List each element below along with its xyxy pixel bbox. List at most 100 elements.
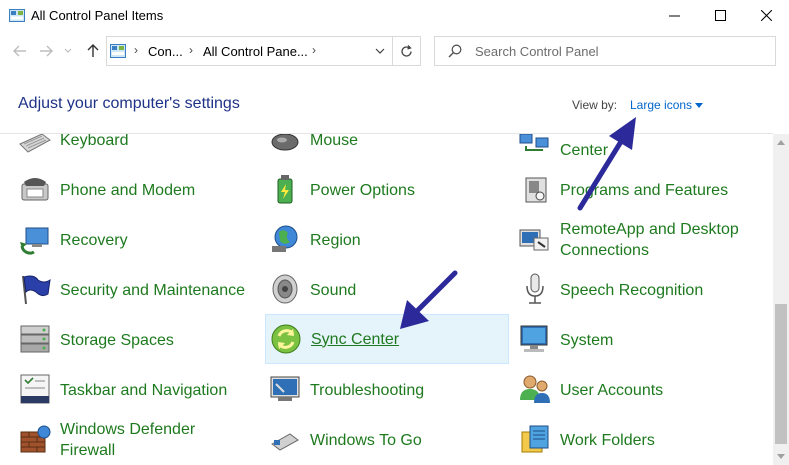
- refresh-button[interactable]: [393, 36, 421, 66]
- close-button[interactable]: [743, 0, 789, 30]
- item-label: Speech Recognition: [560, 281, 704, 299]
- item-sound[interactable]: Sound: [265, 266, 507, 314]
- mouse-icon: [271, 134, 299, 151]
- scroll-down-arrow-icon[interactable]: [777, 454, 785, 459]
- item-label: Sound: [310, 281, 357, 299]
- item-network-center[interactable]: Center: [515, 134, 757, 164]
- power-options-icon: [277, 175, 293, 204]
- scroll-up-arrow-icon[interactable]: [777, 140, 785, 145]
- item-label: Security and Maintenance: [60, 281, 245, 299]
- breadcrumb-separator[interactable]: ›: [312, 43, 316, 57]
- item-label: RemoteApp and Desktop: [560, 221, 739, 238]
- up-button[interactable]: [84, 42, 102, 60]
- address-dropdown-button[interactable]: [367, 37, 393, 65]
- item-recovery[interactable]: Recovery: [15, 216, 257, 264]
- maximize-button[interactable]: [697, 0, 743, 30]
- address-bar[interactable]: › Con... › All Control Pane... ›: [106, 36, 393, 66]
- item-label: Phone and Modem: [60, 181, 196, 199]
- item-label: Windows To Go: [310, 431, 422, 449]
- item-region[interactable]: Region: [265, 216, 507, 264]
- item-taskbar-and-navigation[interactable]: Taskbar and Navigation: [15, 366, 257, 414]
- item-programs-and-features[interactable]: Programs and Features: [515, 166, 757, 214]
- firewall-icon: [20, 425, 51, 453]
- scroll-thumb[interactable]: [775, 304, 787, 444]
- view-by-dropdown[interactable]: Large icons: [630, 98, 692, 112]
- breadcrumb-separator[interactable]: ›: [189, 43, 193, 57]
- remoteapp-icon: [519, 229, 549, 251]
- item-speech-recognition[interactable]: Speech Recognition: [515, 266, 757, 314]
- search-icon: [448, 44, 462, 58]
- item-security-and-maintenance[interactable]: Security and Maintenance: [15, 266, 257, 314]
- control-panel-icon: [110, 44, 126, 58]
- region-globe-icon: [272, 225, 298, 252]
- caret-down-icon[interactable]: [695, 103, 703, 108]
- item-label: User Accounts: [560, 381, 664, 399]
- close-icon: [760, 9, 772, 21]
- control-panel-items: Keyboard Mouse Center Phone and Modem Po…: [0, 134, 773, 465]
- item-sync-center[interactable]: Sync Center: [265, 314, 509, 364]
- item-remoteapp-and-desktop-connections[interactable]: RemoteApp and Desktop Connections: [515, 216, 757, 264]
- item-work-folders[interactable]: Work Folders: [515, 416, 757, 464]
- item-power-options[interactable]: Power Options: [265, 166, 507, 214]
- item-label: Programs and Features: [560, 181, 729, 199]
- item-label: Keyboard: [60, 134, 129, 149]
- programs-features-icon: [525, 177, 547, 203]
- troubleshooting-icon: [270, 376, 300, 401]
- item-label: Center: [560, 142, 609, 159]
- item-mouse[interactable]: Mouse: [265, 134, 507, 164]
- item-label: Work Folders: [560, 431, 655, 449]
- item-storage-spaces[interactable]: Storage Spaces: [15, 316, 257, 364]
- taskbar-icon: [20, 374, 50, 404]
- maximize-icon: [714, 9, 726, 21]
- microphone-icon: [526, 273, 544, 304]
- window-title: All Control Panel Items: [31, 8, 164, 23]
- chevron-down-icon: [375, 48, 385, 54]
- search-placeholder: Search Control Panel: [475, 44, 599, 59]
- chevron-down-icon: [64, 48, 72, 53]
- item-label: Region: [310, 231, 361, 249]
- item-label: Power Options: [310, 181, 415, 199]
- item-keyboard[interactable]: Keyboard: [15, 134, 257, 164]
- item-label: Windows Defender: [60, 421, 196, 438]
- minimize-button[interactable]: [651, 0, 697, 30]
- arrow-right-icon: [40, 45, 53, 57]
- phone-modem-icon: [21, 178, 49, 201]
- item-label: Recovery: [60, 231, 128, 249]
- breadcrumb-control-panel[interactable]: Con...: [148, 44, 183, 59]
- view-by-label: View by:: [572, 98, 618, 112]
- breadcrumb-separator[interactable]: ›: [134, 43, 138, 57]
- system-monitor-icon: [520, 325, 548, 352]
- item-system[interactable]: System: [515, 316, 757, 364]
- arrow-up-icon: [87, 44, 99, 57]
- speaker-icon: [272, 274, 298, 304]
- navigation-bar: › Con... › All Control Pane... › Search …: [0, 32, 789, 72]
- recent-locations-button[interactable]: [63, 42, 73, 60]
- recovery-icon: [20, 227, 49, 255]
- breadcrumb-all-items[interactable]: All Control Pane...: [203, 44, 308, 59]
- storage-drives-icon: [20, 325, 50, 353]
- item-troubleshooting[interactable]: Troubleshooting: [265, 366, 507, 414]
- page-title: Adjust your computer's settings: [18, 95, 240, 112]
- item-label: Troubleshooting: [310, 381, 425, 399]
- back-button[interactable]: [11, 42, 29, 60]
- vertical-scrollbar[interactable]: [773, 134, 789, 465]
- sync-icon: [271, 324, 301, 354]
- item-windows-defender-firewall[interactable]: Windows Defender Firewall: [15, 416, 257, 464]
- network-center-icon: [519, 134, 549, 151]
- search-input[interactable]: Search Control Panel: [434, 36, 776, 66]
- usb-drive-icon: [271, 433, 299, 451]
- refresh-icon: [401, 44, 412, 57]
- item-user-accounts[interactable]: User Accounts: [515, 366, 757, 414]
- item-label: Taskbar and Navigation: [60, 381, 228, 399]
- security-flag-icon: [22, 275, 51, 305]
- work-folders-icon: [521, 425, 549, 453]
- keyboard-icon: [19, 134, 51, 153]
- item-label: Mouse: [310, 134, 359, 149]
- item-windows-to-go[interactable]: Windows To Go: [265, 416, 507, 464]
- item-label: Firewall: [60, 442, 116, 459]
- control-panel-icon: [9, 9, 25, 22]
- item-label: Storage Spaces: [60, 331, 174, 349]
- forward-button[interactable]: [37, 42, 55, 60]
- item-label: System: [560, 331, 614, 349]
- item-phone-and-modem[interactable]: Phone and Modem: [15, 166, 257, 214]
